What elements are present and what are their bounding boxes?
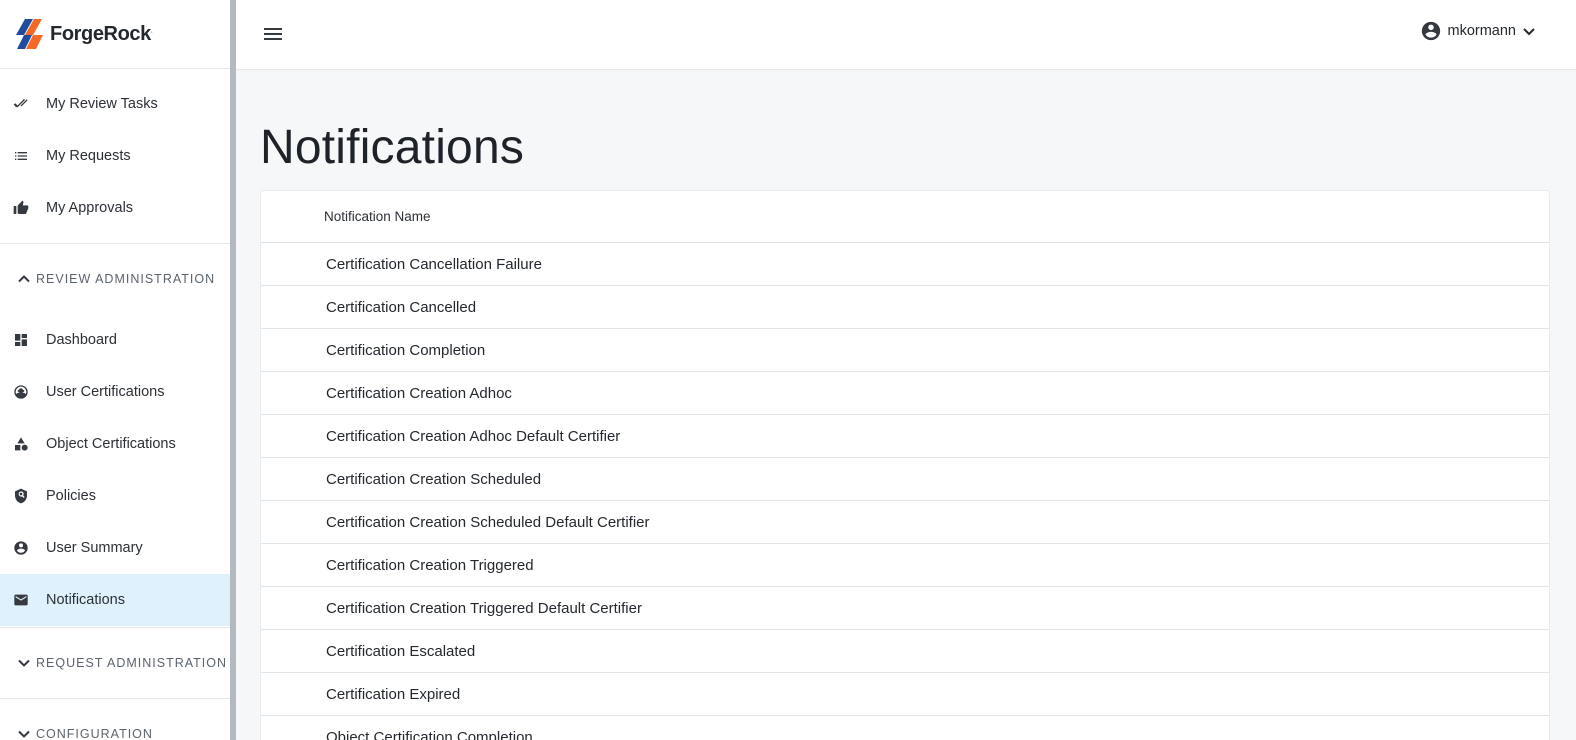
table-row[interactable]: Certification Creation Triggered bbox=[261, 544, 1549, 587]
chevron-down-icon bbox=[18, 730, 30, 738]
sidebar-item-policies[interactable]: Policies bbox=[0, 470, 230, 522]
sidebar-item-label: My Requests bbox=[46, 148, 131, 164]
user-menu[interactable]: mkormann bbox=[1420, 20, 1537, 42]
double-check-icon bbox=[12, 95, 30, 113]
configuration-toggle[interactable]: CONFIGURATION bbox=[0, 699, 230, 740]
sidebar-item-notifications[interactable]: Notifications bbox=[0, 574, 230, 626]
list-icon bbox=[12, 147, 30, 165]
notifications-table: Notification Name Certification Cancella… bbox=[260, 190, 1550, 740]
sidebar-item-my-approvals[interactable]: My Approvals bbox=[0, 182, 230, 234]
review-administration-toggle[interactable]: REVIEW ADMINISTRATION bbox=[0, 244, 230, 314]
chevron-down-icon bbox=[1516, 24, 1536, 38]
sidebar-item-label: User Certifications bbox=[46, 384, 165, 400]
section-title: REQUEST ADMINISTRATION bbox=[36, 656, 228, 670]
sidebar-item-label: My Approvals bbox=[46, 200, 134, 216]
policy-shield-icon bbox=[12, 487, 30, 505]
section-title: REVIEW ADMINISTRATION bbox=[36, 272, 216, 286]
hamburger-icon[interactable] bbox=[262, 23, 284, 45]
sidebar-item-dashboard[interactable]: Dashboard bbox=[0, 314, 230, 366]
table-row[interactable]: Object Certification Completion bbox=[261, 716, 1549, 740]
table-row[interactable]: Certification Expired bbox=[261, 673, 1549, 716]
table-row[interactable]: Certification Escalated bbox=[261, 630, 1549, 673]
account-circle-icon bbox=[12, 539, 30, 557]
sidebar-item-user-summary[interactable]: User Summary bbox=[0, 522, 230, 574]
sidebar: ForgeRock. My Review Tasks My Requests M… bbox=[0, 0, 230, 740]
sidebar-item-my-review-tasks[interactable]: My Review Tasks bbox=[0, 78, 230, 130]
request-administration-toggle[interactable]: REQUEST ADMINISTRATION bbox=[0, 628, 230, 698]
sidebar-item-label: User Summary bbox=[46, 540, 143, 556]
sidebar-item-label: Notifications bbox=[46, 592, 125, 608]
chevron-down-icon bbox=[18, 659, 30, 667]
personal-nav: My Review Tasks My Requests My Approvals bbox=[0, 69, 230, 244]
sidebar-item-label: Dashboard bbox=[46, 332, 117, 348]
forgerock-logo-icon bbox=[16, 19, 43, 49]
table-row[interactable]: Certification Creation Adhoc Default Cer… bbox=[261, 415, 1549, 458]
column-header-notification-name[interactable]: Notification Name bbox=[261, 191, 1549, 243]
sidebar-item-label: Policies bbox=[46, 488, 96, 504]
mail-icon bbox=[12, 591, 30, 609]
table-row[interactable]: Certification Cancellation Failure bbox=[261, 243, 1549, 286]
brand-name: ForgeRock. bbox=[50, 22, 153, 45]
table-row[interactable]: Certification Creation Scheduled bbox=[261, 458, 1549, 501]
page-title: Notifications bbox=[260, 121, 525, 174]
dashboard-icon bbox=[12, 331, 30, 349]
table-row[interactable]: Certification Creation Adhoc bbox=[261, 372, 1549, 415]
sidebar-item-user-certifications[interactable]: User Certifications bbox=[0, 366, 230, 418]
table-row[interactable]: Certification Creation Triggered Default… bbox=[261, 587, 1549, 630]
thumb-up-icon bbox=[12, 199, 30, 217]
table-row[interactable]: Certification Creation Scheduled Default… bbox=[261, 501, 1549, 544]
sidebar-item-label: My Review Tasks bbox=[46, 96, 158, 112]
top-bar: mkormann bbox=[236, 0, 1576, 70]
sidebar-item-label: Object Certifications bbox=[46, 436, 176, 452]
section-title: CONFIGURATION bbox=[36, 727, 153, 740]
configuration-section: CONFIGURATION bbox=[0, 699, 230, 740]
shapes-icon bbox=[12, 435, 30, 453]
request-administration-section: REQUEST ADMINISTRATION bbox=[0, 628, 230, 699]
chevron-up-icon bbox=[18, 275, 30, 283]
username: mkormann bbox=[1447, 23, 1517, 39]
review-administration-section: REVIEW ADMINISTRATION Dashboard User Cer… bbox=[0, 244, 230, 628]
logo[interactable]: ForgeRock. bbox=[0, 0, 230, 69]
sidebar-resize-handle[interactable] bbox=[230, 0, 236, 740]
table-row[interactable]: Certification Completion bbox=[261, 329, 1549, 372]
user-certification-icon bbox=[12, 383, 30, 401]
sidebar-item-my-requests[interactable]: My Requests bbox=[0, 130, 230, 182]
sidebar-item-object-certifications[interactable]: Object Certifications bbox=[0, 418, 230, 470]
account-circle-icon bbox=[1420, 20, 1448, 42]
table-row[interactable]: Certification Cancelled bbox=[261, 286, 1549, 329]
main-content: Notifications Notification Name Certific… bbox=[260, 70, 1550, 740]
